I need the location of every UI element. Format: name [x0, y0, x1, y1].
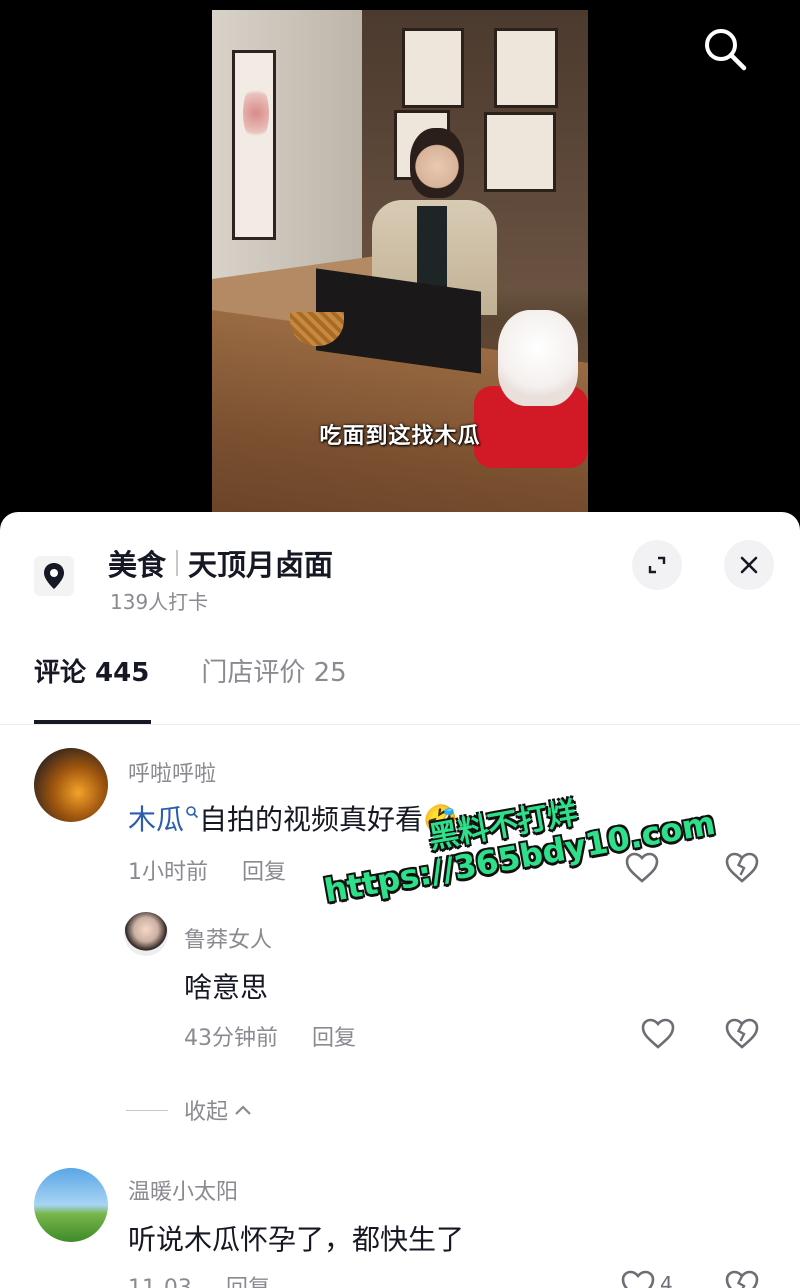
video-menu-board — [494, 28, 558, 108]
broken-heart-icon — [725, 1270, 759, 1288]
broken-heart-icon — [725, 852, 759, 883]
checkin-count: 139人打卡 — [110, 590, 209, 614]
chevron-up-icon — [235, 1105, 251, 1115]
dislike-button[interactable] — [722, 1266, 762, 1288]
comment-time: 1小时前 — [128, 860, 208, 885]
avatar[interactable] — [34, 1168, 108, 1242]
comment-text: 啥意思 — [184, 971, 269, 1004]
video-menu-board — [402, 28, 464, 108]
reply-button[interactable]: 回复 — [242, 860, 286, 885]
heart-icon — [621, 1270, 655, 1288]
collapse-label: 收起 — [184, 1100, 229, 1125]
tab-store-reviews[interactable]: 门店评价 25 — [201, 652, 346, 689]
like-button[interactable]: 4 — [618, 1266, 682, 1288]
watermark-overlay: 黑料不打烊 https://365bdy10.com — [316, 773, 718, 910]
close-button[interactable] — [724, 540, 774, 590]
expand-button[interactable] — [632, 540, 682, 590]
collapse-line — [126, 1109, 168, 1111]
heart-icon — [641, 1018, 675, 1049]
search-button[interactable] — [700, 24, 750, 74]
comment-meta: 43分钟前 回复 — [184, 1020, 356, 1052]
location-title[interactable]: 美食 天顶月卤面 — [108, 542, 333, 584]
broken-heart-icon — [725, 1018, 759, 1049]
expand-icon — [648, 556, 666, 574]
dislike-button[interactable] — [722, 848, 762, 888]
comment-username[interactable]: 呼啦呼啦 — [128, 756, 216, 788]
like-button[interactable] — [638, 1014, 678, 1054]
comment-text: 听说木瓜怀孕了，都快生了 — [128, 1223, 465, 1256]
video-caption: 吃面到这找木瓜 — [319, 424, 481, 449]
location-name: 天顶月卤面 — [188, 548, 334, 582]
location-pin-badge — [34, 556, 74, 596]
video-lucky-cat — [498, 310, 578, 406]
location-pin-icon — [44, 563, 64, 589]
mention-link[interactable]: 木瓜 — [128, 803, 199, 836]
avatar[interactable] — [34, 748, 108, 822]
title-separator — [176, 550, 179, 576]
search-icon — [705, 29, 747, 71]
video-player[interactable]: 吃面到这找木瓜 — [0, 0, 800, 528]
reply-button[interactable]: 回复 — [312, 1026, 356, 1051]
tab-comments[interactable]: 评论 445 — [34, 652, 149, 689]
comment-username[interactable]: 温暖小太阳 — [128, 1174, 238, 1206]
reply-button[interactable]: 回复 — [226, 1276, 270, 1288]
collapse-replies-button[interactable]: 收起 — [126, 1094, 254, 1126]
dislike-button[interactable] — [722, 1014, 762, 1054]
comment-time: 43分钟前 — [184, 1026, 278, 1051]
video-frame[interactable]: 吃面到这找木瓜 — [212, 10, 588, 512]
avatar[interactable] — [124, 912, 168, 956]
comments-sheet: 美食 天顶月卤面 139人打卡 评论 445 门店评价 25 呼啦呼啦 木瓜 自拍… — [0, 512, 800, 1288]
video-bg-painting — [232, 50, 276, 240]
video-menu-board — [484, 112, 556, 192]
tab-divider — [0, 724, 800, 725]
mention-name: 木瓜 — [128, 803, 185, 836]
comment-meta: 1小时前 回复 — [128, 854, 286, 886]
comment-username[interactable]: 鲁莽女人 — [184, 922, 272, 954]
tab-bar: 评论 445 门店评价 25 — [34, 652, 399, 689]
close-icon — [740, 556, 758, 574]
video-person-head — [410, 128, 464, 198]
comment-time: 11-03 — [128, 1276, 192, 1288]
comment-meta: 11-03 回复 — [128, 1270, 270, 1288]
search-lens-icon — [186, 806, 199, 819]
like-count: 4 — [660, 1272, 673, 1288]
location-category: 美食 — [108, 548, 167, 582]
